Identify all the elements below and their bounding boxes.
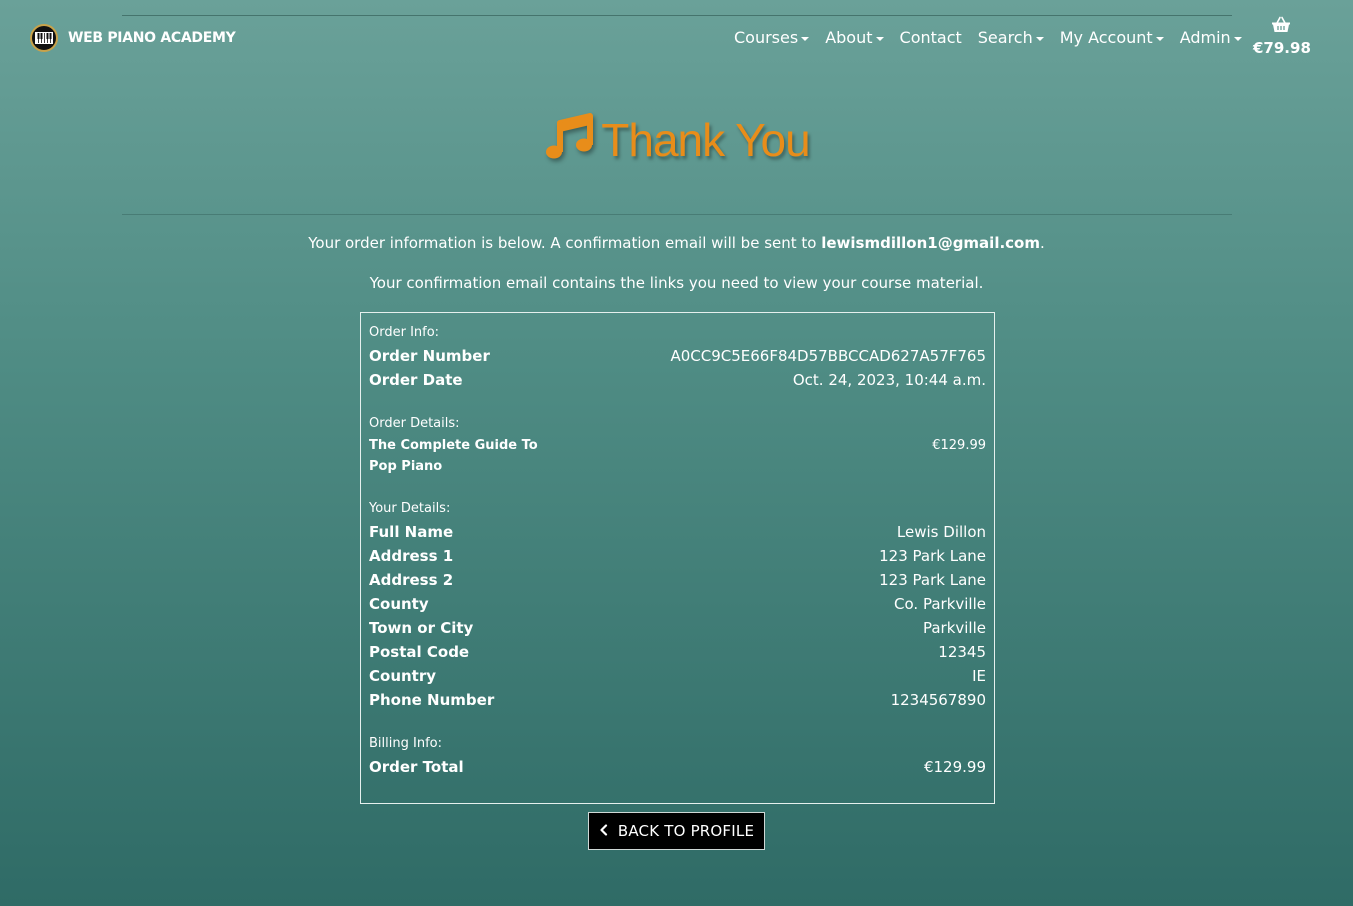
cart-total: €79.98 xyxy=(1253,39,1311,57)
back-to-profile-button[interactable]: BACK TO PROFILE xyxy=(588,812,765,850)
detail-value: 123 Park Lane xyxy=(879,547,986,565)
order-line-item: The Complete Guide To Pop Piano €129.99 xyxy=(369,435,986,477)
nav-search[interactable]: Search xyxy=(978,28,1044,47)
course-material-message: Your confirmation email contains the lin… xyxy=(369,274,984,292)
detail-label: Phone Number xyxy=(369,691,495,709)
nav-courses-label: Courses xyxy=(734,28,799,47)
chevron-left-icon xyxy=(599,822,608,840)
confirmation-suffix: . xyxy=(1040,234,1045,252)
basket-icon xyxy=(1271,16,1291,37)
order-details-heading: Order Details: xyxy=(369,416,460,431)
your-details-heading: Your Details: xyxy=(369,501,451,516)
top-divider xyxy=(122,15,1232,16)
detail-row: Postal Code 12345 xyxy=(369,640,986,664)
confirmation-email: lewismdillon1@gmail.com xyxy=(821,234,1040,252)
order-date-value: Oct. 24, 2023, 10:44 a.m. xyxy=(792,371,986,389)
detail-label: County xyxy=(369,595,429,613)
order-total-value: €129.99 xyxy=(923,758,986,776)
hero: Thank You xyxy=(0,112,1353,168)
course-price: €129.99 xyxy=(932,438,986,453)
confirmation-message: Your order information is below. A confi… xyxy=(0,234,1353,252)
nav-about[interactable]: About xyxy=(825,28,884,47)
detail-row: County Co. Parkville xyxy=(369,592,986,616)
order-number-label: Order Number xyxy=(369,347,490,365)
nav-my-account-label: My Account xyxy=(1059,28,1153,47)
detail-label: Full Name xyxy=(369,523,454,541)
order-number-row: Order Number A0CC9C5E66F84D57BBCCAD627A5… xyxy=(369,344,986,368)
page-title: Thank You xyxy=(601,114,810,166)
nav-admin[interactable]: Admin xyxy=(1180,28,1242,47)
detail-value: Co. Parkville xyxy=(894,595,986,613)
music-note-icon xyxy=(543,112,595,168)
nav-admin-label: Admin xyxy=(1179,28,1231,47)
billing-info-heading: Billing Info: xyxy=(369,736,442,751)
caret-down-icon xyxy=(1035,36,1044,41)
detail-label: Town or City xyxy=(369,619,474,637)
nav-contact-label: Contact xyxy=(899,28,962,47)
nav-about-label: About xyxy=(825,28,873,47)
detail-value: 12345 xyxy=(938,643,986,661)
caret-down-icon xyxy=(1233,36,1242,41)
detail-value: Parkville xyxy=(922,619,986,637)
detail-row: Phone Number 1234567890 xyxy=(369,688,986,712)
order-total-label: Order Total xyxy=(369,758,464,776)
detail-label: Postal Code xyxy=(369,643,470,661)
detail-value: Lewis Dillon xyxy=(896,523,986,541)
detail-value: 1234567890 xyxy=(890,691,986,709)
order-summary-card: Order Info: Order Number A0CC9C5E66F84D5… xyxy=(360,312,995,804)
detail-row: Town or City Parkville xyxy=(369,616,986,640)
piano-logo-icon xyxy=(30,24,58,52)
caret-down-icon xyxy=(875,36,884,41)
nav-search-label: Search xyxy=(977,28,1033,47)
detail-label: Country xyxy=(369,667,437,685)
order-date-row: Order Date Oct. 24, 2023, 10:44 a.m. xyxy=(369,368,986,392)
back-to-profile-label: BACK TO PROFILE xyxy=(617,822,755,840)
brand-link[interactable]: WEB PIANO ACADEMY xyxy=(30,24,236,52)
cart-button[interactable]: €79.98 xyxy=(1253,16,1311,57)
nav-contact[interactable]: Contact xyxy=(900,28,962,47)
course-name: The Complete Guide To Pop Piano xyxy=(369,438,538,474)
order-info-heading: Order Info: xyxy=(369,325,440,340)
detail-label: Address 1 xyxy=(369,547,454,565)
main-nav: Courses About Contact Search My Account … xyxy=(734,28,1242,47)
detail-row: Country IE xyxy=(369,664,986,688)
detail-row: Address 1 123 Park Lane xyxy=(369,544,986,568)
detail-row: Address 2 123 Park Lane xyxy=(369,568,986,592)
caret-down-icon xyxy=(1155,36,1164,41)
brand-name: WEB PIANO ACADEMY xyxy=(68,30,236,46)
detail-row: Full Name Lewis Dillon xyxy=(369,520,986,544)
hero-divider xyxy=(122,214,1232,215)
nav-my-account[interactable]: My Account xyxy=(1060,28,1164,47)
nav-courses[interactable]: Courses xyxy=(734,28,810,47)
order-number-value: A0CC9C5E66F84D57BBCCAD627A57F765 xyxy=(670,347,986,365)
detail-value: IE xyxy=(972,667,986,685)
confirmation-text: Your order information is below. A confi… xyxy=(308,234,822,252)
caret-down-icon xyxy=(801,36,810,41)
order-total-row: Order Total €129.99 xyxy=(369,755,986,779)
detail-label: Address 2 xyxy=(369,571,454,589)
detail-value: 123 Park Lane xyxy=(879,571,986,589)
order-date-label: Order Date xyxy=(369,371,463,389)
